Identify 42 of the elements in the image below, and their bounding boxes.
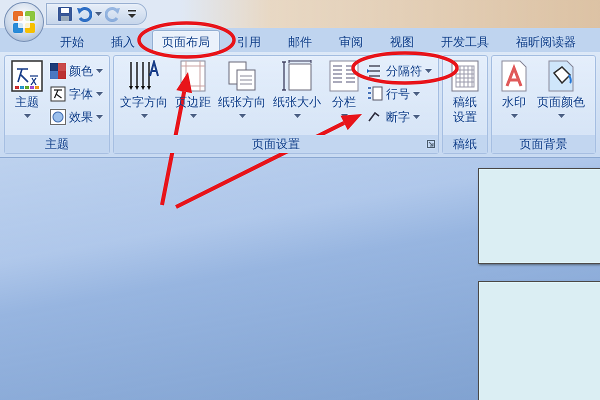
ribbon-button[interactable]: 行号 bbox=[365, 83, 434, 104]
page-size-icon bbox=[281, 60, 313, 92]
circle-icon bbox=[50, 108, 66, 124]
office-logo-icon bbox=[12, 10, 36, 34]
color-palette-icon bbox=[50, 62, 66, 78]
ribbon-tab[interactable]: 开始 bbox=[50, 30, 94, 52]
line-numbers-icon bbox=[367, 86, 383, 102]
caret-icon bbox=[95, 12, 102, 16]
ribbon-button[interactable]: 断字 bbox=[365, 106, 434, 127]
ribbon-tab[interactable]: 福昕阅读器 bbox=[506, 30, 586, 52]
ribbon-button[interactable]: 水印 bbox=[496, 59, 532, 135]
ribbon-button[interactable]: 纸张大小 bbox=[271, 59, 323, 135]
dialog-launcher-icon[interactable] bbox=[427, 140, 435, 148]
font-icon bbox=[50, 86, 66, 102]
ribbon-tab[interactable]: 页面布局 bbox=[152, 30, 220, 52]
ribbon-button[interactable]: 文字方向 bbox=[118, 59, 170, 135]
ribbon-button[interactable]: 稿纸设置 bbox=[447, 59, 483, 135]
page-orientation-icon bbox=[226, 60, 258, 92]
theme-icon bbox=[11, 60, 43, 92]
ribbon-button[interactable]: 颜色 bbox=[48, 60, 105, 81]
grid-page-icon bbox=[449, 60, 481, 92]
group-label: 页面背景 bbox=[492, 135, 595, 153]
break-icon bbox=[367, 62, 383, 78]
ribbon-button[interactable]: 主题 bbox=[9, 59, 45, 135]
ribbon-button[interactable]: 效果 bbox=[48, 106, 105, 127]
undo-icon[interactable] bbox=[76, 6, 92, 22]
text-direction-icon bbox=[128, 60, 160, 92]
ribbon-button[interactable]: 字体 bbox=[48, 83, 105, 104]
ribbon-tab[interactable]: 插入 bbox=[101, 30, 145, 52]
ribbon-tab[interactable]: 邮件 bbox=[278, 30, 322, 52]
ribbon-tab[interactable]: 开发工具 bbox=[431, 30, 499, 52]
ribbon-tab[interactable]: 视图 bbox=[380, 30, 424, 52]
group-label: 主题 bbox=[5, 135, 109, 153]
ribbon-button[interactable]: 页面颜色 bbox=[535, 59, 587, 135]
group-label: 稿纸 bbox=[443, 135, 487, 153]
ribbon-tab[interactable]: 引用 bbox=[227, 30, 271, 52]
columns-icon bbox=[328, 60, 360, 92]
group-label: 页面设置 bbox=[114, 135, 438, 153]
ribbon-button[interactable]: 纸张方向 bbox=[216, 59, 268, 135]
ribbon-button[interactable]: 分隔符 bbox=[365, 60, 434, 81]
ribbon-tab[interactable]: 审阅 bbox=[329, 30, 373, 52]
save-icon[interactable] bbox=[57, 6, 73, 22]
